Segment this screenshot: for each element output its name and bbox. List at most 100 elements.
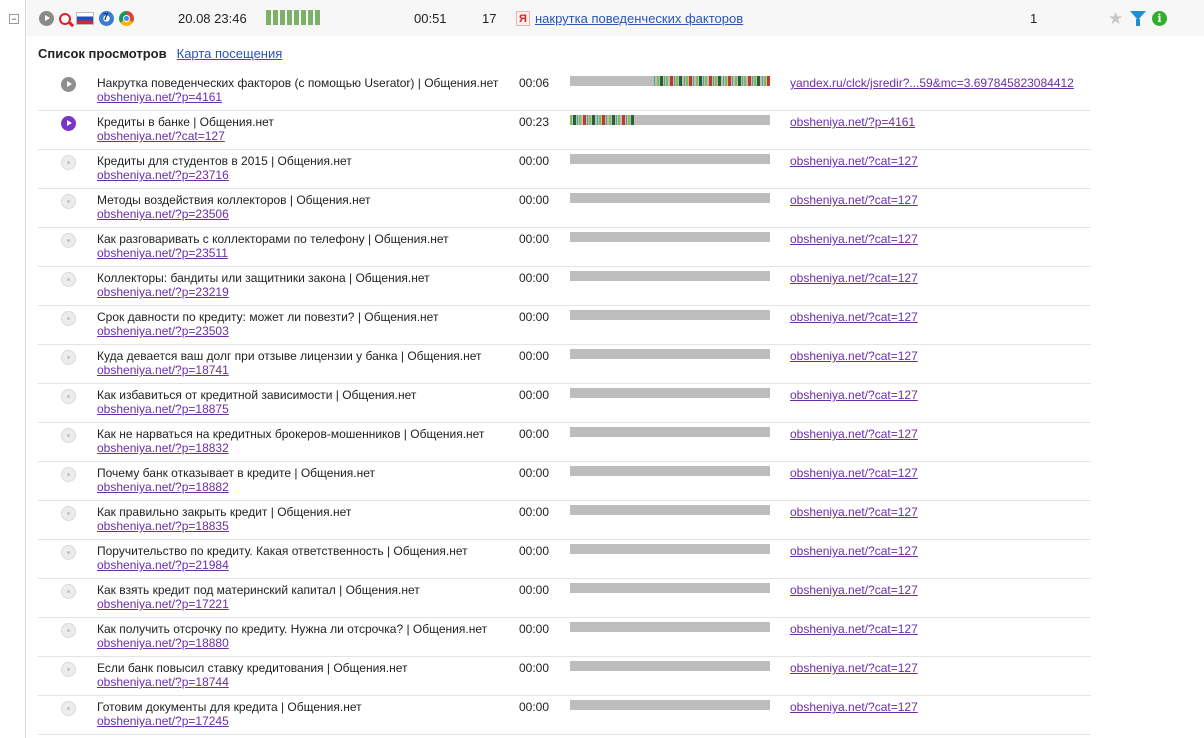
collapse-toggle[interactable]: − — [9, 14, 19, 24]
play-icon[interactable] — [61, 623, 76, 638]
activity-segment — [606, 115, 607, 125]
star-icon[interactable]: ★ — [1108, 10, 1123, 27]
activity-segment — [679, 76, 682, 86]
play-icon[interactable] — [61, 116, 76, 131]
page-url-link[interactable]: obsheniya.net/?p=18832 — [97, 441, 229, 455]
activity-segment — [709, 76, 712, 86]
page-url-link[interactable]: obsheniya.net/?p=18875 — [97, 402, 229, 416]
view-row[interactable]: Кредиты для студентов в 2015 | Общения.н… — [38, 150, 1091, 189]
russia-flag-icon — [76, 12, 94, 25]
filter-icon[interactable] — [1130, 11, 1146, 26]
view-time: 00:00 — [519, 310, 550, 324]
referrer-link[interactable]: obsheniya.net/?cat=127 — [790, 466, 918, 480]
view-row[interactable]: Почему банк отказывает в кредите | Общен… — [38, 462, 1091, 501]
pages-count: 17 — [482, 11, 497, 26]
referrer-link[interactable]: obsheniya.net/?cat=127 — [790, 193, 918, 207]
play-icon[interactable] — [61, 77, 76, 92]
referrer-link[interactable]: obsheniya.net/?cat=127 — [790, 622, 918, 636]
page-url-link[interactable]: obsheniya.net/?p=18882 — [97, 480, 229, 494]
view-row[interactable]: Как разговаривать с коллекторами по теле… — [38, 228, 1091, 267]
tab-views-list[interactable]: Список просмотров — [38, 46, 167, 61]
view-row[interactable]: Накрутка поведенческих факторов (с помощ… — [38, 72, 1091, 111]
view-row[interactable]: Кредиты в банке | Общения.нет obsheniya.n… — [38, 111, 1091, 150]
view-row[interactable]: Поручительство по кредиту. Какая ответст… — [38, 540, 1091, 579]
page-url-link[interactable]: obsheniya.net/?p=4161 — [97, 90, 222, 104]
play-icon[interactable] — [61, 194, 76, 209]
session-row[interactable]: 20.08 23:46 00:51 17 Я накрутка поведенч… — [26, 0, 1204, 36]
referrer-link[interactable]: obsheniya.net/?cat=127 — [790, 427, 918, 441]
play-icon[interactable] — [61, 272, 76, 287]
page-title: Как разговаривать с коллекторами по теле… — [97, 232, 449, 246]
play-icon[interactable] — [39, 11, 54, 26]
referrer-link[interactable]: obsheniya.net/?cat=127 — [790, 310, 918, 324]
page-url-link[interactable]: obsheniya.net/?p=21984 — [97, 558, 229, 572]
page-url-link[interactable]: obsheniya.net/?p=17221 — [97, 597, 229, 611]
referrer-link[interactable]: obsheniya.net/?cat=127 — [790, 271, 918, 285]
play-icon[interactable] — [61, 662, 76, 677]
page-url-link[interactable]: obsheniya.net/?p=18744 — [97, 675, 229, 689]
activity-segment — [599, 115, 601, 125]
play-icon[interactable] — [61, 467, 76, 482]
referrer-link[interactable]: obsheniya.net/?cat=127 — [790, 544, 918, 558]
activity-timeline — [570, 700, 770, 710]
referrer-link[interactable]: obsheniya.net/?cat=127 — [790, 583, 918, 597]
activity-segment — [579, 115, 581, 125]
referrer-link[interactable]: obsheniya.net/?cat=127 — [790, 232, 918, 246]
play-icon[interactable] — [61, 233, 76, 248]
referrer-link[interactable]: obsheniya.net/?cat=127 — [790, 154, 918, 168]
referrer-link[interactable]: obsheniya.net/?cat=127 — [790, 700, 918, 714]
referrer-link[interactable]: obsheniya.net/?cat=127 — [790, 349, 918, 363]
page-url-link[interactable]: obsheniya.net/?p=18835 — [97, 519, 229, 533]
view-row[interactable]: Методы воздействия коллекторов | Общения… — [38, 189, 1091, 228]
page-url-link[interactable]: obsheniya.net/?p=17245 — [97, 714, 229, 728]
ie-icon — [99, 11, 114, 26]
view-row[interactable]: Как взять кредит под материнский капитал… — [38, 579, 1091, 618]
play-icon[interactable] — [61, 506, 76, 521]
activity-segment — [752, 76, 753, 86]
view-row[interactable]: Как избавиться от кредитной зависимости … — [38, 384, 1091, 423]
view-row[interactable]: Готовим документы для кредита | Общения.… — [38, 696, 1091, 735]
page-url-link[interactable]: obsheniya.net/?p=23716 — [97, 168, 229, 182]
play-icon[interactable] — [61, 389, 76, 404]
referrer-link[interactable]: obsheniya.net/?cat=127 — [790, 505, 918, 519]
view-row[interactable]: Куда девается ваш долг при отзыве лиценз… — [38, 345, 1091, 384]
page-url-link[interactable]: obsheniya.net/?p=23511 — [97, 246, 228, 260]
activity-segment — [723, 76, 724, 86]
view-row[interactable]: Срок давности по кредиту: может ли повез… — [38, 306, 1091, 345]
play-icon[interactable] — [61, 584, 76, 599]
referrer-link[interactable]: yandex.ru/clck/jsredir?...59&mc=3.697845… — [790, 76, 1074, 90]
referrer-link[interactable]: obsheniya.net/?cat=127 — [790, 661, 918, 675]
view-row[interactable]: Как не нарваться на кредитных брокеров-м… — [38, 423, 1091, 462]
search-query-link[interactable]: накрутка поведенческих факторов — [535, 11, 743, 26]
page-url-link[interactable]: obsheniya.net/?p=23503 — [97, 324, 229, 338]
activity-bar — [287, 10, 292, 25]
activity-segment — [693, 76, 694, 86]
search-icon[interactable] — [59, 12, 71, 25]
activity-timeline — [570, 505, 770, 515]
play-icon[interactable] — [61, 155, 76, 170]
play-icon[interactable] — [61, 701, 76, 716]
play-icon[interactable] — [61, 350, 76, 365]
activity-segment — [616, 115, 617, 125]
page-url-link[interactable]: obsheniya.net/?cat=127 — [97, 129, 225, 143]
page-url-link[interactable]: obsheniya.net/?p=18741 — [97, 363, 229, 377]
page-url-link[interactable]: obsheniya.net/?p=23219 — [97, 285, 229, 299]
view-row[interactable]: Если банк повысил ставку кредитования | … — [38, 657, 1091, 696]
play-icon[interactable] — [61, 311, 76, 326]
referrer-link[interactable]: obsheniya.net/?p=4161 — [790, 115, 915, 129]
page-url-link[interactable]: obsheniya.net/?p=18880 — [97, 636, 229, 650]
play-icon[interactable] — [61, 428, 76, 443]
activity-bar — [294, 10, 299, 25]
play-icon[interactable] — [61, 545, 76, 560]
info-icon[interactable]: i — [1152, 11, 1167, 26]
view-row[interactable]: Коллекторы: бандиты или защитники закона… — [38, 267, 1091, 306]
view-time: 00:00 — [519, 193, 550, 207]
page-url-link[interactable]: obsheniya.net/?p=23506 — [97, 207, 229, 221]
view-time: 00:00 — [519, 349, 550, 363]
view-row[interactable]: Как получить отсрочку по кредиту. Нужна … — [38, 618, 1091, 657]
page-title: Коллекторы: бандиты или защитники закона… — [97, 271, 430, 285]
referrer-link[interactable]: obsheniya.net/?cat=127 — [790, 388, 918, 402]
view-row[interactable]: Как правильно закрыть кредит | Общения.н… — [38, 501, 1091, 540]
tab-visit-map[interactable]: Карта посещения — [177, 46, 283, 61]
activity-timeline — [570, 622, 770, 632]
